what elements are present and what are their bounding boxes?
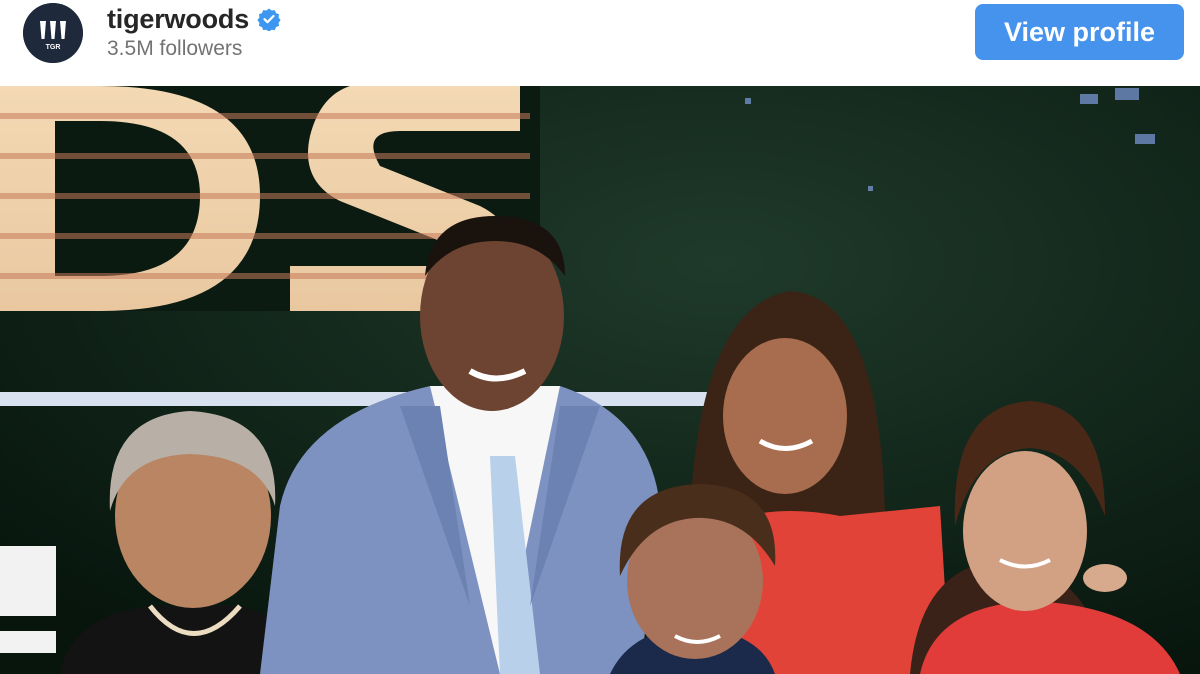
view-profile-button[interactable]: View profile — [975, 4, 1184, 60]
stage-letter-d — [0, 546, 56, 653]
avatar-logo-text: TGR — [46, 44, 61, 51]
username[interactable]: tigerwoods — [107, 4, 249, 35]
username-row: tigerwoods — [107, 2, 281, 36]
profile-avatar[interactable]: TGR — [23, 3, 83, 63]
post-photo[interactable] — [0, 86, 1200, 674]
post-header: TGR tigerwoods 3.5M followers View profi… — [0, 0, 1200, 86]
person-boy — [610, 484, 776, 674]
verified-badge-icon — [257, 8, 281, 31]
followers-count: 3.5M followers — [107, 37, 243, 60]
photo-illustration — [0, 86, 1200, 674]
stage-light-bar — [0, 392, 730, 406]
tgr-logo-icon: TGR — [23, 3, 83, 63]
